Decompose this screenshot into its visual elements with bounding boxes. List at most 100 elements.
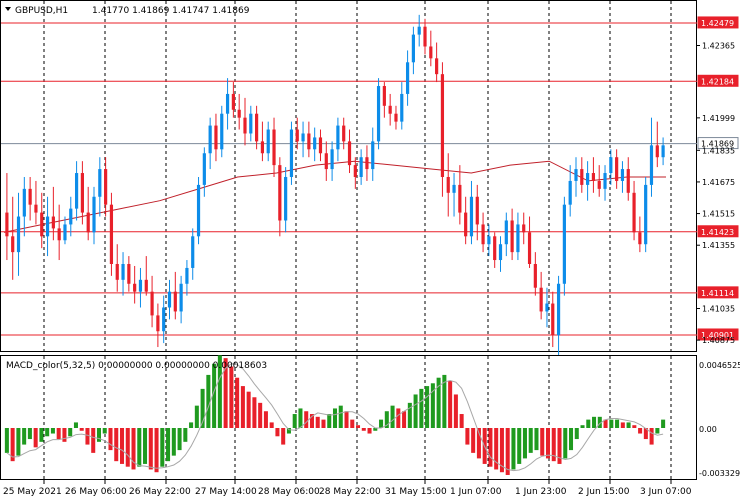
macd-bar: [177, 428, 182, 451]
macd-bar: [448, 380, 453, 428]
candle-body: [545, 303, 549, 312]
macd-bar: [419, 388, 424, 428]
price-label: 1.40875: [697, 336, 735, 345]
candle-body: [22, 188, 26, 217]
price-tag-text: 1.42479: [701, 19, 734, 28]
ohlc-values: 1.41770 1.41869 1.41747 1.41869: [92, 6, 250, 16]
price-text: 1.42365: [702, 41, 735, 50]
macd-bar: [528, 428, 533, 453]
time-text: 1 Jun 07:00: [450, 487, 502, 497]
macd-bar: [413, 394, 418, 428]
macd-bar: [304, 411, 309, 428]
candle-body: [609, 157, 613, 174]
macd-bar: [505, 428, 510, 475]
candle-body: [214, 125, 218, 150]
candle-body: [179, 283, 183, 312]
candle-body: [376, 86, 381, 142]
macd-bar: [189, 422, 194, 428]
macd-bar: [62, 428, 67, 442]
macd-bar: [402, 411, 407, 428]
candle-body: [249, 113, 253, 134]
macd-bar: [33, 428, 38, 448]
macd-bar: [114, 428, 119, 462]
candle-body: [556, 283, 561, 336]
candle-body: [417, 26, 421, 35]
candle-body: [295, 129, 299, 142]
macd-bar: [148, 428, 153, 470]
candle-body: [440, 74, 445, 177]
macd-bar: [315, 416, 320, 428]
macd-bar: [649, 428, 654, 445]
candle: [644, 176, 648, 253]
candle-body: [115, 263, 119, 280]
candle-body: [127, 263, 131, 284]
macd-bar: [50, 428, 55, 434]
macd-bar: [488, 428, 493, 467]
candle-body: [28, 188, 32, 205]
price-label: 1.41114: [697, 286, 739, 299]
candle-body: [493, 236, 497, 261]
candle-body: [661, 145, 665, 158]
candle-body: [69, 208, 73, 225]
candle-body: [394, 113, 398, 122]
candle-body: [318, 137, 323, 154]
macd-bar: [638, 428, 643, 434]
macd-bar: [240, 386, 245, 428]
candle-body: [80, 173, 84, 213]
candle-body: [649, 145, 654, 185]
candle-body: [272, 129, 276, 166]
candle-body: [16, 216, 21, 253]
price-label: 1.41515: [697, 210, 735, 219]
candle: [440, 62, 445, 197]
price-label: 1.41355: [697, 241, 735, 250]
candle-body: [516, 224, 520, 253]
macd-bar: [338, 405, 343, 428]
candle-body: [301, 133, 305, 142]
macd-bar: [626, 422, 631, 428]
candle-body: [580, 169, 584, 185]
candle-body: [266, 129, 270, 154]
macd-bar: [321, 419, 326, 428]
time-text: 1 Jun 23:00: [515, 487, 567, 497]
trading-chart[interactable]: 1.424791.423651.421841.419991.418691.418…: [0, 0, 740, 500]
macd-bar: [4, 428, 9, 453]
macd-bar: [465, 428, 470, 445]
macd-bar: [27, 428, 32, 440]
candle-body: [324, 153, 328, 170]
time-text: 25 May 2021: [3, 487, 62, 497]
macd-bar: [39, 428, 44, 442]
macd-bar: [166, 428, 171, 462]
macd-bar: [545, 428, 551, 459]
macd-bar: [332, 408, 338, 428]
macd-bar: [396, 408, 401, 428]
candle-body: [498, 244, 503, 261]
candle-body: [423, 26, 427, 47]
candle-body: [603, 173, 607, 189]
macd-bar: [96, 428, 101, 442]
candle-body: [202, 153, 206, 185]
candle-body: [133, 283, 137, 292]
candle-body: [284, 176, 288, 221]
candle-body: [74, 173, 79, 209]
time-text: 2 Jun 15:00: [578, 487, 630, 497]
price-text: 1.41835: [702, 146, 735, 155]
macd-bar: [574, 428, 579, 440]
candle-body: [225, 93, 230, 114]
candle-body: [504, 220, 508, 245]
macd-bar: [73, 422, 78, 428]
macd-bar: [68, 428, 73, 437]
macd-bar: [540, 428, 545, 456]
macd-bar: [471, 428, 476, 453]
macd-bar: [580, 425, 585, 428]
candle-body: [243, 117, 247, 134]
macd-bar: [350, 419, 355, 428]
candle-body: [162, 307, 166, 332]
candle-body: [539, 287, 543, 312]
macd-bar: [615, 419, 620, 428]
macd-bar: [252, 397, 257, 428]
candle-body: [278, 165, 282, 221]
candle-body: [104, 169, 108, 205]
macd-bar: [327, 414, 332, 428]
macd-bar: [143, 428, 148, 464]
candle-body: [615, 157, 619, 181]
